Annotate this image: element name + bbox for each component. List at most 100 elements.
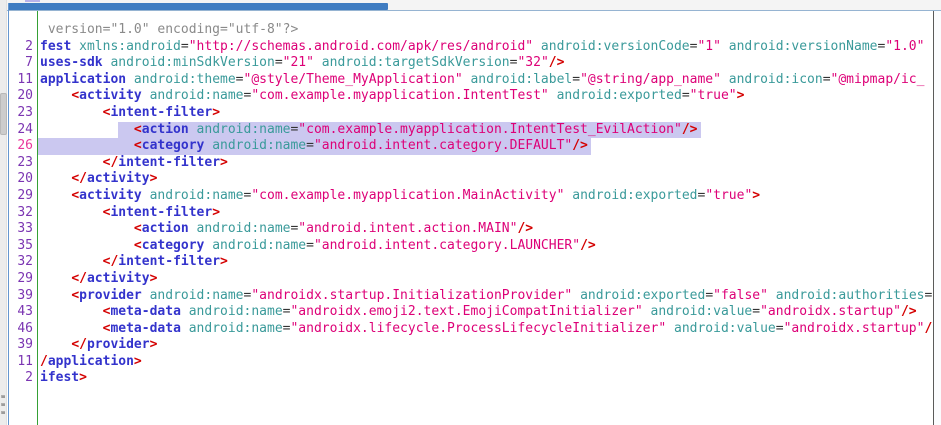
token-eq: = [776, 321, 784, 336]
token-eq: = [572, 72, 580, 87]
token-br: > [150, 337, 158, 352]
token-val: "androidx.emoji2.text.EmojiCompatInitial… [290, 304, 642, 319]
code-line[interactable]: 20 </activity> [9, 171, 933, 188]
token-br: </ [103, 155, 119, 170]
horizontal-scrollbar-track[interactable] [0, 0, 941, 11]
code-line[interactable]: 7uses-sdk android:minSdkVersion="21" and… [9, 55, 933, 72]
token-plain [533, 39, 541, 54]
token-val: "1" [697, 39, 720, 54]
code-line[interactable]: 2ifest> [9, 370, 933, 387]
token-val: "com.example.myapplication.IntentTest" [251, 88, 548, 103]
token-br: </ [71, 171, 87, 186]
code-text: ifest> [33, 370, 933, 387]
splitter-grip-dot[interactable] [1, 395, 5, 398]
left-scroll-strip-thumb[interactable] [0, 93, 7, 135]
token-br: </ [71, 271, 87, 286]
token-plain [40, 288, 71, 303]
code-text: <intent-filter> [33, 105, 933, 122]
code-line[interactable]: 24 <action android:name="com.example.mya… [9, 122, 933, 139]
token-plain [181, 304, 189, 319]
code-text: </activity> [33, 171, 933, 188]
code-line[interactable]: 39 </provider> [9, 337, 933, 354]
token-plain [71, 39, 79, 54]
token-attr: android:name [197, 221, 291, 236]
token-val: "androidx.startup" [760, 304, 901, 319]
token-br: < [134, 122, 142, 137]
code-line[interactable]: version="1.0" encoding="utf-8"?> [9, 22, 933, 39]
code-line[interactable]: 43 <meta-data android:name="androidx.emo… [9, 304, 933, 321]
token-tag: activity [87, 171, 150, 186]
code-text: <activity android:name="com.example.myap… [33, 188, 933, 205]
code-line[interactable]: 20 <activity android:name="com.example.m… [9, 88, 933, 105]
token-plain [40, 205, 103, 220]
token-tag: meta-data [110, 304, 180, 319]
token-eq: = [752, 304, 760, 319]
token-br: /> [517, 221, 533, 236]
code-line[interactable]: 29 </activity> [9, 271, 933, 288]
code-line[interactable]: 32 </intent-filter> [9, 254, 933, 271]
code-text: <provider android:name="androidx.startup… [33, 288, 933, 305]
token-attr: android:targetSdkVersion [322, 55, 510, 70]
token-tag: category [142, 238, 205, 253]
horizontal-scrollbar-thumb[interactable] [8, 3, 388, 10]
code-line[interactable]: 11/application> [9, 354, 933, 371]
code-line[interactable]: 2fest xmlns:android="http://schemas.andr… [9, 39, 933, 56]
code-line[interactable]: 33 <action android:name="android.intent.… [9, 221, 933, 238]
token-attr: android:name [150, 188, 244, 203]
splitter-grip-dot[interactable] [1, 403, 5, 406]
line-number: 32 [9, 254, 33, 271]
code-text: application android:theme="@style/Theme_… [33, 72, 933, 89]
code-line[interactable]: 46 <meta-data android:name="androidx.lif… [9, 321, 933, 338]
token-plain [181, 321, 189, 336]
token-plain [189, 122, 197, 137]
token-decl: version="1.0" encoding="utf-8"?> [40, 22, 298, 37]
token-plain [142, 188, 150, 203]
token-br: < [134, 138, 142, 153]
token-attr: android:name [212, 138, 306, 153]
code-line[interactable]: 23 </intent-filter> [9, 155, 933, 172]
line-number: 11 [9, 354, 33, 371]
token-attr: android:name [189, 304, 283, 319]
splitter-grip-dot[interactable] [1, 411, 5, 414]
code-text: <meta-data android:name="androidx.emoji2… [33, 304, 933, 321]
code-line[interactable]: 39 <provider android:name="androidx.star… [9, 288, 933, 305]
code-line[interactable]: 29 <activity android:name="com.example.m… [9, 188, 933, 205]
token-attr: android:name [150, 288, 244, 303]
code-line[interactable]: 26 <category android:name="android.inten… [9, 138, 933, 155]
line-number: 39 [9, 337, 33, 354]
token-plain [40, 221, 134, 236]
vertical-scrollbar-track[interactable] [934, 11, 941, 425]
token-tag: intent-filter [118, 155, 220, 170]
code-lines[interactable]: version="1.0" encoding="utf-8"?> 2fest xm… [9, 22, 933, 387]
token-plain [40, 271, 71, 286]
token-br: /> [682, 122, 698, 137]
token-br: > [220, 155, 228, 170]
token-val: "androidx.startup" [784, 321, 925, 336]
left-scroll-strip-track[interactable] [0, 0, 7, 425]
token-attr: android:versionName [729, 39, 878, 54]
token-plain [142, 288, 150, 303]
token-attr: android:name [212, 238, 306, 253]
token-br: > [79, 370, 87, 385]
line-number: 2 [9, 370, 33, 387]
token-attr: xmlns:android [79, 39, 181, 54]
token-br: > [752, 188, 760, 203]
token-br: /> [580, 238, 596, 253]
token-br: / [924, 321, 932, 336]
line-number: 29 [9, 188, 33, 205]
code-line[interactable]: 23 <intent-filter> [9, 105, 933, 122]
token-br: > [150, 171, 158, 186]
token-val: "false" [713, 288, 768, 303]
line-number: 35 [9, 238, 33, 255]
token-plain [40, 321, 103, 336]
code-editor[interactable]: version="1.0" encoding="utf-8"?> 2fest xm… [9, 11, 933, 425]
code-line[interactable]: 32 <intent-filter> [9, 205, 933, 222]
token-plain [40, 171, 71, 186]
token-attr: android:exported [580, 288, 705, 303]
token-tag: category [142, 138, 205, 153]
code-line[interactable]: 11application android:theme="@style/Them… [9, 72, 933, 89]
xml-viewer-window: version="1.0" encoding="utf-8"?> 2fest xm… [0, 0, 941, 425]
token-plain [572, 288, 580, 303]
top-edge-artifact [25, 0, 40, 2]
code-line[interactable]: 35 <category android:name="android.inten… [9, 238, 933, 255]
